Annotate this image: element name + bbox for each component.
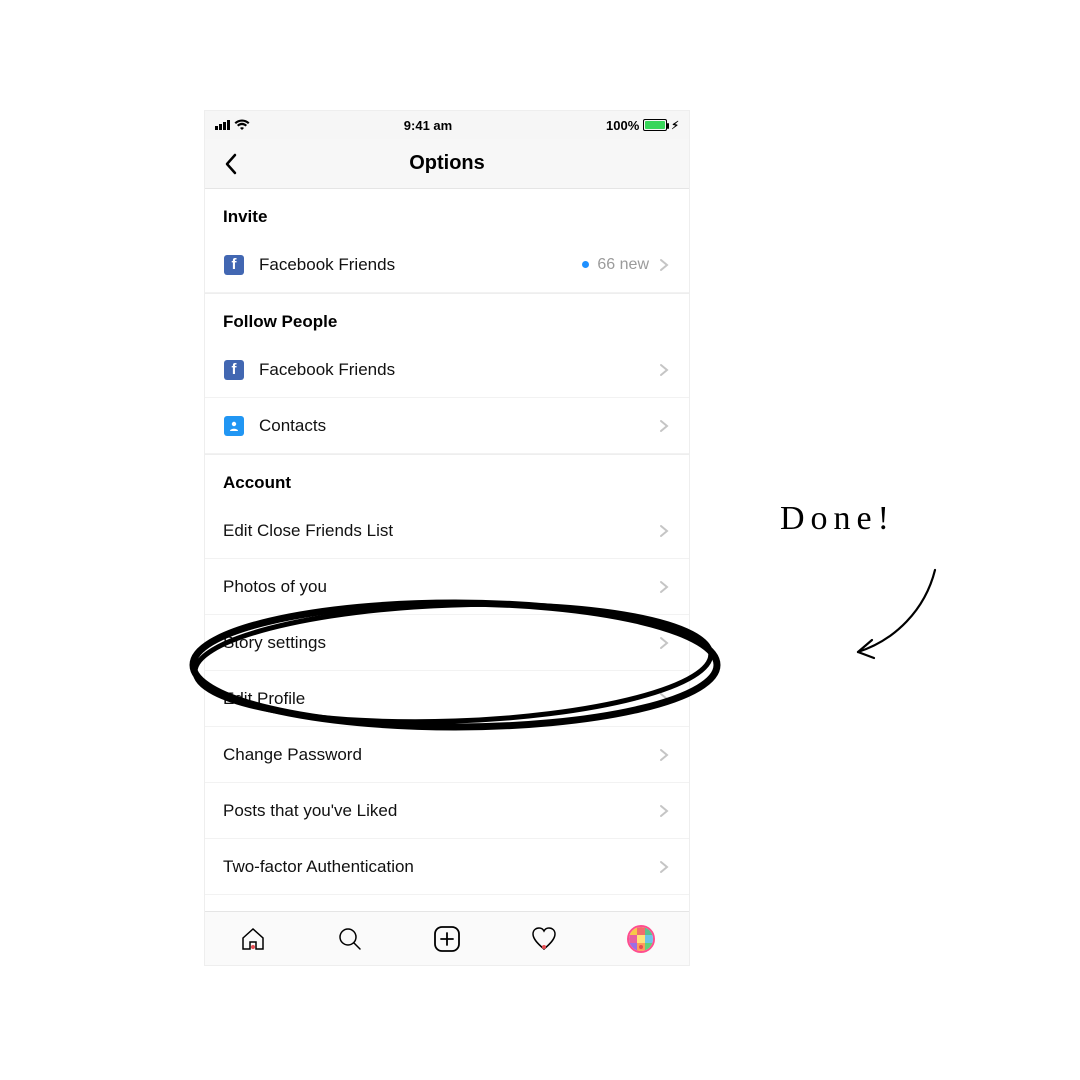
row-label: Contacts bbox=[259, 416, 657, 436]
row-two-factor-auth[interactable]: Two-factor Authentication bbox=[205, 839, 689, 895]
search-icon bbox=[336, 925, 364, 953]
row-invite-facebook-friends[interactable]: f Facebook Friends 66 new bbox=[205, 237, 689, 293]
status-bar: 9:41 am 100% ⚡︎ bbox=[205, 111, 689, 139]
status-left bbox=[215, 119, 250, 131]
blue-dot-icon bbox=[582, 261, 589, 268]
tab-add-post[interactable] bbox=[399, 924, 496, 954]
section-header-invite: Invite bbox=[205, 189, 689, 237]
chevron-right-icon bbox=[657, 860, 671, 874]
row-label: Two-factor Authentication bbox=[223, 857, 657, 877]
annotation-done-text: Done! bbox=[780, 500, 895, 538]
tab-search[interactable] bbox=[302, 925, 399, 953]
chevron-right-icon bbox=[657, 258, 671, 272]
plus-square-icon bbox=[432, 924, 462, 954]
row-follow-facebook-friends[interactable]: f Facebook Friends bbox=[205, 342, 689, 398]
wifi-icon bbox=[234, 119, 250, 131]
cellular-signal-icon bbox=[215, 120, 230, 130]
notification-dot-icon bbox=[251, 945, 255, 949]
chevron-left-icon bbox=[223, 152, 239, 176]
chevron-right-icon bbox=[657, 692, 671, 706]
notification-dot-icon bbox=[639, 945, 643, 949]
page-title: Options bbox=[205, 152, 689, 175]
row-edit-close-friends[interactable]: Edit Close Friends List bbox=[205, 503, 689, 559]
chevron-right-icon bbox=[657, 580, 671, 594]
tab-home[interactable] bbox=[205, 925, 302, 953]
row-story-settings[interactable]: Story settings bbox=[205, 615, 689, 671]
row-label: Change Password bbox=[223, 745, 657, 765]
annotation-arrow-icon bbox=[840, 560, 960, 680]
chevron-right-icon bbox=[657, 804, 671, 818]
chevron-right-icon bbox=[657, 636, 671, 650]
chevron-right-icon bbox=[657, 748, 671, 762]
row-label: Edit Close Friends List bbox=[223, 521, 657, 541]
phone-frame: 9:41 am 100% ⚡︎ Options Invite f Faceboo… bbox=[204, 110, 690, 966]
row-change-password[interactable]: Change Password bbox=[205, 727, 689, 783]
section-header-follow: Follow People bbox=[205, 293, 689, 342]
chevron-right-icon bbox=[657, 419, 671, 433]
row-label: Facebook Friends bbox=[259, 255, 582, 275]
chevron-right-icon bbox=[657, 524, 671, 538]
status-right: 100% ⚡︎ bbox=[606, 118, 679, 133]
chevron-right-icon bbox=[657, 363, 671, 377]
row-label: Story settings bbox=[223, 633, 657, 653]
contacts-icon bbox=[223, 415, 245, 437]
row-label: Photos of you bbox=[223, 577, 657, 597]
row-label: Edit Profile bbox=[223, 689, 657, 709]
facebook-icon: f bbox=[223, 359, 245, 381]
row-label: Facebook Friends bbox=[259, 360, 657, 380]
trail-text: 66 new bbox=[597, 256, 649, 274]
battery-text: 100% bbox=[606, 118, 639, 133]
charging-bolt-icon: ⚡︎ bbox=[671, 119, 679, 132]
row-photos-of-you[interactable]: Photos of you bbox=[205, 559, 689, 615]
row-posts-youve-liked[interactable]: Posts that you've Liked bbox=[205, 783, 689, 839]
row-label: Posts that you've Liked bbox=[223, 801, 657, 821]
row-edit-profile[interactable]: Edit Profile bbox=[205, 671, 689, 727]
tab-activity[interactable] bbox=[495, 925, 592, 953]
status-time: 9:41 am bbox=[404, 118, 452, 133]
nav-header: Options bbox=[205, 139, 689, 189]
tab-profile[interactable] bbox=[592, 925, 689, 953]
facebook-icon: f bbox=[223, 254, 245, 276]
row-follow-contacts[interactable]: Contacts bbox=[205, 398, 689, 454]
row-trail: 66 new bbox=[582, 256, 671, 274]
battery-icon bbox=[643, 119, 667, 131]
tab-bar bbox=[205, 911, 689, 965]
notification-dot-icon bbox=[542, 945, 546, 949]
settings-content: Invite f Facebook Friends 66 new Follow … bbox=[205, 189, 689, 911]
section-header-account: Account bbox=[205, 454, 689, 503]
back-button[interactable] bbox=[217, 150, 245, 178]
